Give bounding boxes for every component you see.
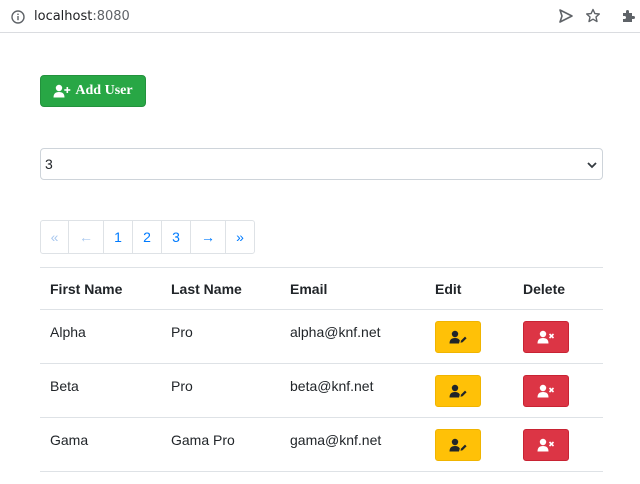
user-remove-icon <box>537 330 555 344</box>
url-port: :8080 <box>92 9 130 24</box>
bookmark-star-icon[interactable] <box>585 8 601 24</box>
header-email: Email <box>280 267 425 310</box>
extensions-puzzle-icon[interactable] <box>620 8 636 24</box>
header-first-name: First Name <box>40 267 161 310</box>
cell-first-name: Alpha <box>40 309 161 364</box>
table-header-row: First Name Last Name Email Edit Delete <box>40 267 603 310</box>
cell-edit <box>425 309 513 364</box>
url-host: localhost <box>34 9 93 24</box>
user-edit-icon <box>449 438 467 452</box>
delete-user-button[interactable] <box>523 429 569 461</box>
cell-delete <box>513 309 603 364</box>
cell-edit <box>425 417 513 472</box>
header-delete: Delete <box>513 267 603 310</box>
pagination: « ← 1 2 3 → » <box>40 220 255 254</box>
user-edit-icon <box>449 330 467 344</box>
add-user-button[interactable]: Add User <box>40 75 146 107</box>
edit-user-button[interactable] <box>435 429 481 461</box>
cell-last-name: Pro <box>161 363 280 418</box>
cell-first-name: Gama <box>40 417 161 472</box>
header-edit: Edit <box>425 267 513 310</box>
send-icon[interactable] <box>558 8 574 24</box>
cell-email: beta@knf.net <box>280 363 425 418</box>
cell-first-name: Beta <box>40 363 161 418</box>
header-last-name: Last Name <box>161 267 280 310</box>
add-user-label: Add User <box>75 83 133 98</box>
info-icon[interactable] <box>10 9 25 24</box>
pagination-last[interactable]: » <box>225 220 255 254</box>
pagination-prev[interactable]: ← <box>68 220 104 254</box>
delete-user-button[interactable] <box>523 321 569 353</box>
pagination-page-1[interactable]: 1 <box>103 220 133 254</box>
page-size-value: 3 <box>45 156 53 172</box>
user-plus-icon <box>53 84 71 98</box>
page-size-select[interactable]: 3 <box>40 148 603 180</box>
cell-delete <box>513 363 603 418</box>
table-row: Alpha Pro alpha@knf.net <box>40 309 603 364</box>
address-bar[interactable]: localhost:8080 <box>6 4 606 29</box>
cell-delete <box>513 417 603 472</box>
edit-user-button[interactable] <box>435 375 481 407</box>
cell-last-name: Gama Pro <box>161 417 280 472</box>
cell-edit <box>425 363 513 418</box>
delete-user-button[interactable] <box>523 375 569 407</box>
cell-email: alpha@knf.net <box>280 309 425 364</box>
user-remove-icon <box>537 438 555 452</box>
url-text[interactable]: localhost:8080 <box>34 9 130 24</box>
edit-user-button[interactable] <box>435 321 481 353</box>
pagination-page-3[interactable]: 3 <box>161 220 191 254</box>
table-row: Gama Gama Pro gama@knf.net <box>40 417 603 472</box>
user-remove-icon <box>537 384 555 398</box>
pagination-next[interactable]: → <box>190 220 226 254</box>
browser-toolbar: localhost:8080 <box>0 0 640 33</box>
user-edit-icon <box>449 384 467 398</box>
pagination-page-2[interactable]: 2 <box>132 220 162 254</box>
cell-last-name: Pro <box>161 309 280 364</box>
pagination-first[interactable]: « <box>40 220 69 254</box>
chevron-down-icon <box>586 158 598 170</box>
users-table: First Name Last Name Email Edit Delete A… <box>40 267 603 472</box>
table-row: Beta Pro beta@knf.net <box>40 363 603 418</box>
cell-email: gama@knf.net <box>280 417 425 472</box>
